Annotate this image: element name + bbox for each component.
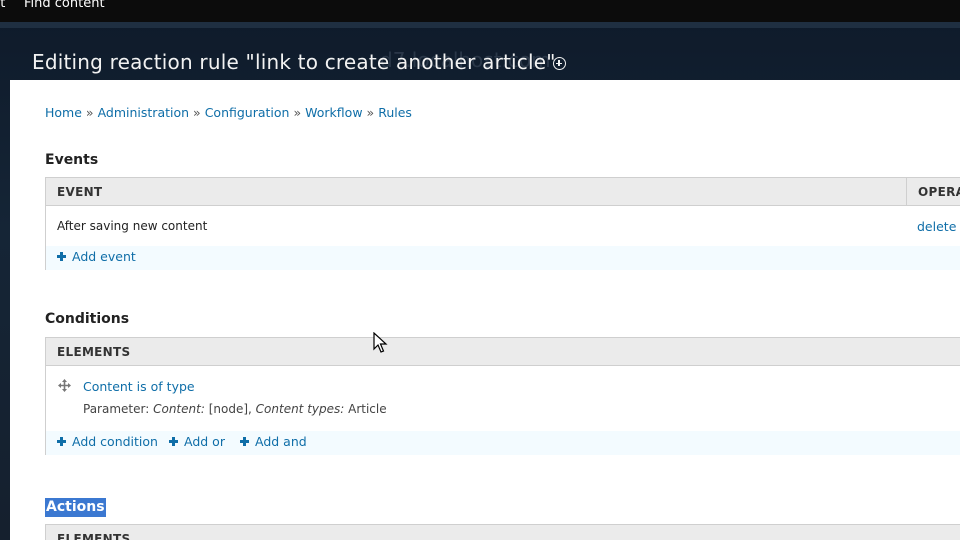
condition-parameters: Parameter: Content: [node], Content type…: [83, 402, 387, 416]
plus-icon: [57, 437, 66, 446]
breadcrumb-workflow[interactable]: Workflow: [305, 105, 362, 120]
conditions-heading: Conditions: [45, 311, 130, 327]
breadcrumb-separator: »: [293, 105, 302, 120]
add-event-link[interactable]: Add event: [57, 249, 136, 264]
param-prefix: Parameter:: [83, 402, 150, 416]
add-or-link[interactable]: Add or: [169, 434, 225, 449]
plus-icon: [240, 437, 249, 446]
col-elements: ELEMENTS: [57, 345, 131, 359]
toolbar-item-left[interactable]: nt: [0, 0, 5, 10]
content-panel: [10, 80, 960, 540]
add-and-link[interactable]: Add and: [240, 434, 307, 449]
col-divider: [906, 178, 907, 206]
add-shortcut-icon[interactable]: [553, 57, 566, 70]
plus-icon: [169, 437, 178, 446]
conditions-add-strip: Add condition Add or Add and: [46, 431, 960, 455]
breadcrumb: Home» Administration» Configuration» Workfl…: [45, 105, 412, 120]
admin-toolbar: nt Find content: [0, 0, 960, 22]
actions-table: ELEMENTS: [45, 524, 960, 540]
add-condition-link[interactable]: Add condition: [57, 434, 158, 449]
param-key-content: Content:: [153, 402, 205, 416]
events-heading: Events: [45, 152, 99, 168]
add-event-label: Add event: [72, 249, 136, 264]
breadcrumb-separator: »: [85, 105, 94, 120]
col-event: EVENT: [57, 185, 103, 199]
drag-handle-icon[interactable]: [58, 379, 71, 392]
breadcrumb-home[interactable]: Home: [45, 105, 82, 120]
events-table-header: EVENT OPERATIONS: [46, 178, 960, 206]
actions-table-header: ELEMENTS: [46, 525, 960, 540]
add-or-label: Add or: [184, 434, 225, 449]
breadcrumb-separator: »: [366, 105, 375, 120]
col-elements: ELEMENTS: [57, 532, 131, 540]
add-condition-label: Add condition: [72, 434, 158, 449]
event-name: After saving new content: [57, 219, 208, 233]
events-add-strip: Add event: [46, 246, 960, 270]
events-table: EVENT OPERATIONS After saving new conten…: [45, 177, 960, 270]
condition-content-is-of-type[interactable]: Content is of type: [83, 379, 195, 394]
toolbar-item-find-content[interactable]: Find content: [24, 0, 105, 10]
actions-heading: Actions: [45, 498, 106, 517]
breadcrumb-rules[interactable]: Rules: [378, 105, 412, 120]
plus-icon: [57, 252, 66, 261]
breadcrumb-administration[interactable]: Administration: [98, 105, 189, 120]
col-operations: OPERATIONS: [918, 185, 960, 199]
breadcrumb-configuration[interactable]: Configuration: [205, 105, 290, 120]
header-stripe: [0, 22, 960, 28]
param-key-content-types: Content types:: [255, 402, 345, 416]
param-value-content: [node],: [208, 402, 252, 416]
add-and-label: Add and: [255, 434, 307, 449]
conditions-table: ELEMENTS Content is of type Parameter: C…: [45, 337, 960, 455]
mouse-cursor-icon: [373, 332, 388, 353]
event-delete-link[interactable]: delete: [917, 219, 956, 234]
param-value-content-types: Article: [348, 402, 387, 416]
conditions-table-header: ELEMENTS: [46, 338, 960, 366]
breadcrumb-separator: »: [193, 105, 201, 120]
page-title: Editing reaction rule "link to create an…: [32, 50, 556, 74]
